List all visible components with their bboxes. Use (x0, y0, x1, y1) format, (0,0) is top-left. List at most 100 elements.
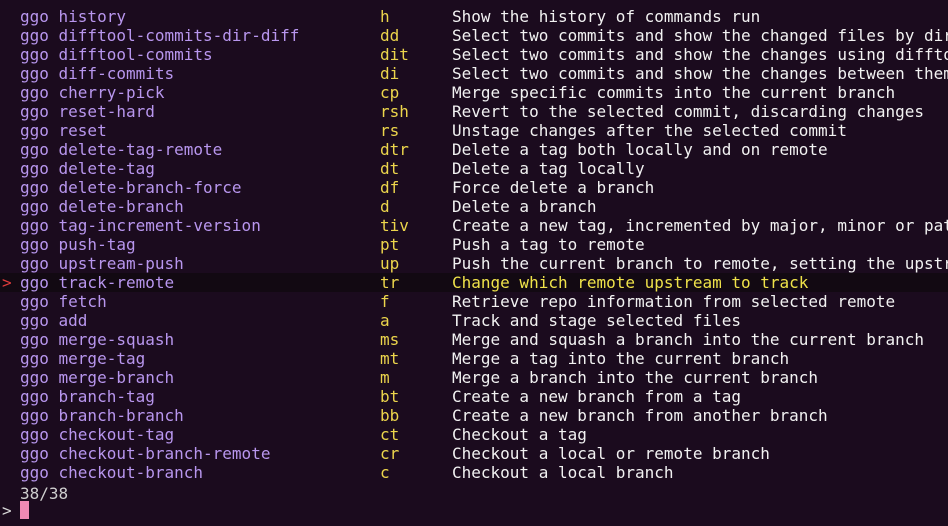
command-name: ggo checkout-tag (20, 425, 175, 444)
list-item[interactable]: ggo difftool-commits-dir-diff dd Select tw… (0, 26, 948, 45)
command-name: ggo branch-branch (20, 406, 184, 425)
list-item[interactable]: ggo branch-branch bb Create a new branch f… (0, 406, 948, 425)
list-item[interactable]: ggo merge-tag mt Merge a tag into the curr… (0, 349, 948, 368)
command-name: ggo tag-increment-version (20, 216, 261, 235)
command-name: ggo diff-commits (20, 64, 175, 83)
command-alias: bb (380, 406, 400, 425)
command-name: ggo difftool-commits (20, 45, 213, 64)
command-alias: d (380, 197, 390, 216)
command-name: ggo track-remote (20, 273, 175, 292)
command-name: ggo upstream-push (20, 254, 184, 273)
selection-pointer-icon: > (2, 273, 12, 292)
command-name: ggo fetch (20, 292, 107, 311)
command-alias: tiv (380, 216, 409, 235)
command-alias: f (380, 292, 390, 311)
command-description: Merge specific commits into the current … (452, 83, 896, 102)
list-item[interactable]: ggo fetch f Retrieve repo information from… (0, 292, 948, 311)
command-name: ggo difftool-commits-dir-diff (20, 26, 300, 45)
command-name: ggo push-tag (20, 235, 136, 254)
list-item[interactable]: ggo delete-tag dt Delete a tag locally (0, 159, 948, 178)
command-description: Push a tag to remote (452, 235, 645, 254)
command-alias: di (380, 64, 400, 83)
command-description: Delete a tag both locally and on remote (452, 140, 828, 159)
list-item[interactable]: ggo merge-branch m Merge a branch into the… (0, 368, 948, 387)
command-description: Merge a tag into the current branch (452, 349, 790, 368)
command-description: Change which remote upstream to track (452, 273, 809, 292)
list-item[interactable]: ggo push-tag pt Push a tag to remote (0, 235, 948, 254)
command-description: Revert to the selected commit, discardin… (452, 102, 925, 121)
command-description: Unstage changes after the selected commi… (452, 121, 847, 140)
command-description: Delete a branch (452, 197, 597, 216)
command-description: Show the history of commands run (452, 7, 761, 26)
list-item[interactable]: ggo difftool-commits dit Select two commit… (0, 45, 948, 64)
command-alias: a (380, 311, 390, 330)
list-item-selected[interactable]: > ggo track-remote tr Change which remote u… (0, 273, 948, 292)
command-description: Checkout a local or remote branch (452, 444, 770, 463)
command-alias: c (380, 463, 390, 482)
command-description: Create a new branch from another branch (452, 406, 828, 425)
command-alias: dtr (380, 140, 409, 159)
command-description: Select two commits and show the changes … (452, 45, 948, 64)
command-alias: dd (380, 26, 400, 45)
command-description: Create a new branch from a tag (452, 387, 741, 406)
command-name: ggo delete-tag (20, 159, 155, 178)
command-name: ggo add (20, 311, 88, 330)
command-alias: ct (380, 425, 400, 444)
command-alias: dit (380, 45, 409, 64)
command-description: Select two commits and show the changed … (452, 26, 948, 45)
command-alias: h (380, 7, 390, 26)
command-alias: up (380, 254, 400, 273)
command-description: Select two commits and show the changes … (452, 64, 948, 83)
command-alias: pt (380, 235, 400, 254)
command-alias: rs (380, 121, 400, 140)
command-alias: cp (380, 83, 400, 102)
command-name: ggo branch-tag (20, 387, 155, 406)
list-item[interactable]: ggo delete-tag-remote dtr Delete a tag bot… (0, 140, 948, 159)
command-name: ggo delete-branch (20, 197, 184, 216)
list-item[interactable]: ggo checkout-branch-remote cr Checkout a l… (0, 444, 948, 463)
command-name: ggo merge-tag (20, 349, 146, 368)
list-item[interactable]: ggo reset rs Unstage changes after the sel… (0, 121, 948, 140)
command-alias: bt (380, 387, 400, 406)
fzf-command-list: ggo history h Show the history of commands… (0, 7, 948, 482)
command-description: Merge and squash a branch into the curre… (452, 330, 925, 349)
list-item[interactable]: ggo checkout-tag ct Checkout a tag (0, 425, 948, 444)
list-item[interactable]: ggo add a Track and stage selected files (0, 311, 948, 330)
command-name: ggo cherry-pick (20, 83, 165, 102)
list-item[interactable]: ggo history h Show the history of commands… (0, 7, 948, 26)
command-alias: rsh (380, 102, 409, 121)
list-item[interactable]: ggo tag-increment-version tiv Create a new… (0, 216, 948, 235)
command-alias: df (380, 178, 400, 197)
command-description: Track and stage selected files (452, 311, 741, 330)
command-description: Delete a tag locally (452, 159, 645, 178)
list-item[interactable]: ggo cherry-pick cp Merge specific commits … (0, 83, 948, 102)
list-item[interactable]: ggo delete-branch-force df Force delete a … (0, 178, 948, 197)
list-item[interactable]: ggo upstream-push up Push the current bran… (0, 254, 948, 273)
list-item[interactable]: ggo merge-squash ms Merge and squash a bra… (0, 330, 948, 349)
list-item[interactable]: ggo diff-commits di Select two commits and… (0, 64, 948, 83)
text-cursor (20, 501, 29, 519)
command-name: ggo merge-branch (20, 368, 175, 387)
command-description: Push the current branch to remote, setti… (452, 254, 948, 273)
command-alias: tr (380, 273, 400, 292)
command-description: Force delete a branch (452, 178, 655, 197)
command-name: ggo history (20, 7, 126, 26)
command-description: Create a new tag, incremented by major, … (452, 216, 948, 235)
command-name: ggo delete-branch-force (20, 178, 242, 197)
command-alias: m (380, 368, 390, 387)
list-item[interactable]: ggo branch-tag bt Create a new branch from… (0, 387, 948, 406)
search-prompt[interactable]: > (0, 501, 948, 520)
list-item[interactable]: ggo reset-hard rsh Revert to the selected … (0, 102, 948, 121)
command-alias: mt (380, 349, 400, 368)
command-description: Merge a branch into the current branch (452, 368, 819, 387)
command-alias: ms (380, 330, 400, 349)
list-item[interactable]: ggo checkout-branch c Checkout a local bra… (0, 463, 948, 482)
command-name: ggo checkout-branch (20, 463, 204, 482)
command-name: ggo reset-hard (20, 102, 155, 121)
command-description: Checkout a local branch (452, 463, 674, 482)
command-description: Retrieve repo information from selected … (452, 292, 896, 311)
command-name: ggo checkout-branch-remote (20, 444, 271, 463)
command-alias: dt (380, 159, 400, 178)
command-description: Checkout a tag (452, 425, 587, 444)
list-item[interactable]: ggo delete-branch d Delete a branch (0, 197, 948, 216)
